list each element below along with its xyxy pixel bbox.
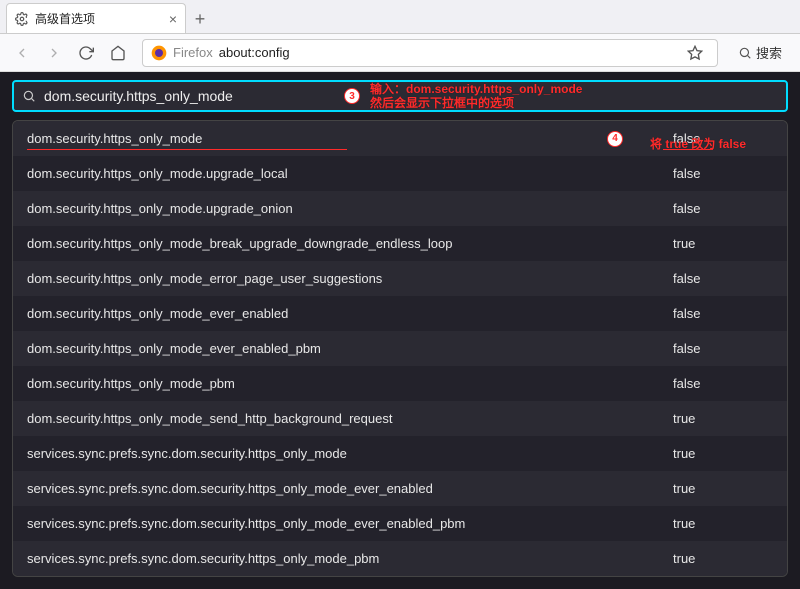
about-config-content: dom.security.https_only_mode 3 输入：dom.se…: [0, 72, 800, 589]
pref-value: false: [653, 201, 773, 216]
tab-bar: 高级首选项 × +: [0, 0, 800, 34]
back-button[interactable]: [8, 39, 36, 67]
home-button[interactable]: [104, 39, 132, 67]
pref-name: dom.security.https_only_mode_error_page_…: [27, 271, 653, 286]
tab-title: 高级首选项: [35, 10, 163, 27]
pref-row[interactable]: dom.security.https_only_mode_pbmfalse: [13, 366, 787, 401]
pref-name: dom.security.https_only_mode_ever_enable…: [27, 341, 653, 356]
pref-value: true: [653, 551, 773, 566]
pref-name: services.sync.prefs.sync.dom.security.ht…: [27, 481, 653, 496]
pref-name: services.sync.prefs.sync.dom.security.ht…: [27, 516, 653, 531]
url-bar[interactable]: Firefox about:config: [142, 39, 718, 67]
pref-name: services.sync.prefs.sync.dom.security.ht…: [27, 551, 653, 566]
url-scheme-label: Firefox: [173, 45, 213, 60]
search-icon: [738, 46, 752, 60]
firefox-icon: [151, 45, 167, 61]
pref-row[interactable]: dom.security.https_only_mode_send_http_b…: [13, 401, 787, 436]
pref-value: false: [653, 341, 773, 356]
browser-tab[interactable]: 高级首选项 ×: [6, 3, 186, 33]
pref-row[interactable]: services.sync.prefs.sync.dom.security.ht…: [13, 506, 787, 541]
bookmark-star-icon[interactable]: [681, 39, 709, 67]
pref-value: false: [653, 166, 773, 181]
pref-row[interactable]: services.sync.prefs.sync.dom.security.ht…: [13, 436, 787, 471]
annotation-badge-3: 3: [344, 88, 360, 104]
pref-name: dom.security.https_only_mode.upgrade_oni…: [27, 201, 653, 216]
pref-row[interactable]: dom.security.https_only_mode_ever_enable…: [13, 296, 787, 331]
pref-value: false: [653, 271, 773, 286]
pref-name: dom.security.https_only_mode: [27, 131, 607, 146]
pref-results: dom.security.https_only_mode 4 false dom…: [12, 120, 788, 577]
pref-name: dom.security.https_only_mode_break_upgra…: [27, 236, 653, 251]
search-button[interactable]: 搜索: [728, 39, 792, 67]
pref-value: true: [653, 481, 773, 496]
pref-value: false: [653, 306, 773, 321]
pref-row[interactable]: dom.security.https_only_mode.upgrade_loc…: [13, 156, 787, 191]
pref-value: true: [653, 411, 773, 426]
url-path: about:config: [219, 45, 290, 60]
close-icon[interactable]: ×: [169, 11, 177, 27]
pref-search-bar[interactable]: dom.security.https_only_mode 3 输入：dom.se…: [12, 80, 788, 112]
pref-row[interactable]: dom.security.https_only_mode.upgrade_oni…: [13, 191, 787, 226]
pref-value: true: [653, 446, 773, 461]
navigation-toolbar: Firefox about:config 搜索: [0, 34, 800, 72]
pref-name: dom.security.https_only_mode.upgrade_loc…: [27, 166, 653, 181]
search-icon: [22, 89, 36, 103]
pref-name: dom.security.https_only_mode_pbm: [27, 376, 653, 391]
new-tab-button[interactable]: +: [186, 5, 214, 33]
pref-row[interactable]: dom.security.https_only_mode_break_upgra…: [13, 226, 787, 261]
annotation-text-4: 将 true 改为 false: [650, 135, 746, 152]
pref-name: services.sync.prefs.sync.dom.security.ht…: [27, 446, 653, 461]
pref-row[interactable]: dom.security.https_only_mode_ever_enable…: [13, 331, 787, 366]
pref-row[interactable]: dom.security.https_only_mode_error_page_…: [13, 261, 787, 296]
pref-row[interactable]: services.sync.prefs.sync.dom.security.ht…: [13, 471, 787, 506]
pref-name: dom.security.https_only_mode_send_http_b…: [27, 411, 653, 426]
pref-row[interactable]: services.sync.prefs.sync.dom.security.ht…: [13, 541, 787, 576]
gear-icon: [15, 12, 29, 26]
reload-button[interactable]: [72, 39, 100, 67]
pref-value: true: [653, 236, 773, 251]
annotation-badge-4: 4: [607, 131, 623, 147]
pref-name: dom.security.https_only_mode_ever_enable…: [27, 306, 653, 321]
annotation-text-3b: 然后会显示下拉框中的选项: [370, 94, 514, 111]
pref-value: true: [653, 516, 773, 531]
forward-button[interactable]: [40, 39, 68, 67]
pref-value: false: [653, 376, 773, 391]
search-button-label: 搜索: [756, 43, 782, 62]
